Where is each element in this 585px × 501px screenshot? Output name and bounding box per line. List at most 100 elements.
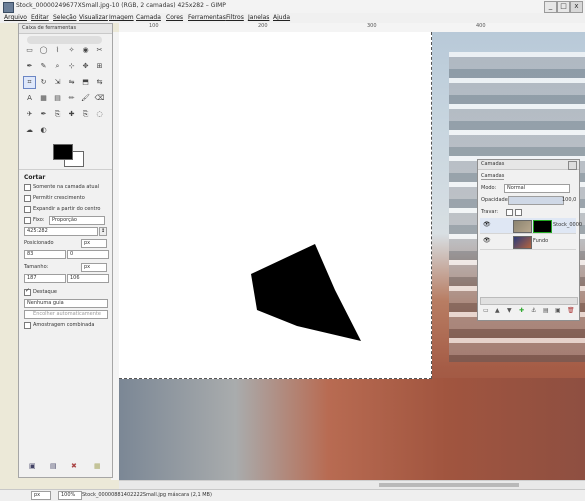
menu-camada[interactable]: Camada: [136, 14, 161, 21]
auto-shrink-button[interactable]: Encolher automaticamente: [24, 310, 108, 319]
menu-ajuda[interactable]: Ajuda: [273, 14, 290, 21]
shear-tool-icon[interactable]: ⇋: [65, 76, 78, 89]
close-button[interactable]: x: [570, 1, 583, 13]
paintbrush-tool-icon[interactable]: 🖌: [79, 92, 92, 105]
size-height-input[interactable]: 106: [67, 274, 109, 283]
restore-options-icon[interactable]: ▤: [50, 462, 57, 470]
building-facade: [119, 378, 585, 480]
allow-growing-label: Permitir crescimento: [33, 195, 85, 201]
window-titlebar: Stock_00000249677XSmall.jpg-10 (RGB, 2 c…: [0, 0, 585, 14]
fixed-checkbox[interactable]: [24, 217, 31, 224]
size-label: Tamanho:: [24, 264, 49, 270]
black-polygon-shape: [251, 244, 361, 341]
paths-tool-icon[interactable]: ✒: [23, 60, 36, 73]
blur-tool-icon[interactable]: ◌: [93, 108, 106, 121]
scrollbar-thumb[interactable]: [379, 483, 519, 487]
only-current-layer-checkbox[interactable]: [24, 184, 31, 191]
layers-close-icon[interactable]: [568, 161, 577, 170]
position-x-input[interactable]: 83: [24, 250, 66, 259]
layer-mask-thumbnail[interactable]: [533, 220, 552, 233]
size-unit-select[interactable]: px: [81, 263, 107, 272]
move-tool-icon[interactable]: ✥: [79, 60, 92, 73]
guides-select[interactable]: Nenhuma guia: [24, 299, 108, 308]
align-tool-icon[interactable]: ⊞: [93, 60, 106, 73]
ratio-input[interactable]: 425:282: [24, 227, 98, 236]
layers-tab[interactable]: Camadas: [481, 173, 505, 180]
measure-tool-icon[interactable]: ⊹: [65, 60, 78, 73]
sample-merged-checkbox[interactable]: [24, 322, 31, 329]
blend-tool-icon[interactable]: ▤: [51, 92, 64, 105]
menu-filtros[interactable]: Filtros: [226, 14, 244, 21]
duplicate-layer-icon[interactable]: ✚: [519, 307, 524, 314]
allow-growing-checkbox[interactable]: [24, 195, 31, 202]
menu-visualizar[interactable]: Visualizar: [79, 14, 108, 21]
size-width-input[interactable]: 187: [24, 274, 66, 283]
heal-tool-icon[interactable]: ✚: [65, 108, 78, 121]
layer-row[interactable]: 👁 Stock_0000: [480, 218, 582, 234]
position-unit-select[interactable]: px: [81, 239, 107, 248]
dodge-tool-icon[interactable]: ◐: [37, 124, 50, 137]
rotate-tool-icon[interactable]: ↻: [37, 76, 50, 89]
ruler-tick: 400: [476, 23, 486, 29]
lock-pixels-checkbox[interactable]: [506, 209, 513, 216]
highlight-checkbox[interactable]: [24, 287, 31, 296]
smudge-tool-icon[interactable]: ☁: [23, 124, 36, 137]
menu-cores[interactable]: Cores: [166, 14, 183, 21]
flip-tool-icon[interactable]: ⇆: [93, 76, 106, 89]
save-options-icon[interactable]: ▣: [29, 462, 36, 470]
menu-arquivo[interactable]: Arquivo: [4, 14, 27, 21]
clone-tool-icon[interactable]: ⎘: [51, 108, 64, 121]
position-y-input[interactable]: 0: [67, 250, 109, 259]
airbrush-tool-icon[interactable]: ✈: [23, 108, 36, 121]
scale-tool-icon[interactable]: ⇲: [51, 76, 64, 89]
menu-imagem[interactable]: Imagem: [109, 14, 134, 21]
new-layer-icon[interactable]: ▭: [483, 307, 489, 314]
menu-editar[interactable]: Editar: [31, 14, 49, 21]
menu-janelas[interactable]: Janelas: [248, 14, 269, 21]
menu-ferramentas[interactable]: Ferramentas: [188, 14, 226, 21]
delete-options-icon[interactable]: ✖: [71, 462, 77, 470]
lower-layer-icon[interactable]: ▼: [507, 307, 512, 314]
mode-select[interactable]: Normal: [504, 184, 570, 193]
raise-layer-icon[interactable]: ▲: [495, 307, 500, 314]
eye-visibility-icon[interactable]: 👁: [483, 221, 491, 228]
free-select-tool-icon[interactable]: ⌇: [51, 44, 64, 57]
eye-visibility-icon[interactable]: 👁: [483, 237, 491, 244]
fixed-mode-select[interactable]: Proporção: [49, 216, 105, 225]
eraser-tool-icon[interactable]: ⌫: [93, 92, 106, 105]
layers-scrollbar[interactable]: [480, 297, 578, 305]
unit-select[interactable]: px: [31, 491, 51, 500]
delete-layer-icon[interactable]: 🗑: [567, 307, 575, 314]
opacity-slider[interactable]: [508, 196, 564, 205]
reset-options-icon[interactable]: ▦: [94, 462, 101, 470]
bucket-tool-icon[interactable]: ▦: [37, 92, 50, 105]
color-select-tool-icon[interactable]: ◉: [79, 44, 92, 57]
ratio-chain-button[interactable]: ↕: [99, 227, 107, 236]
menu-selecao[interactable]: Seleção: [53, 14, 77, 21]
layers-action-bar: ▭ ▲ ▼ ✚ ⚓ ▤ ▣ 🗑: [481, 307, 577, 317]
foreground-color-swatch-front[interactable]: [53, 144, 73, 160]
zoom-select[interactable]: 100%: [58, 491, 82, 500]
perspective-tool-icon[interactable]: ⬒: [79, 76, 92, 89]
perspective-clone-tool-icon[interactable]: ⎘: [79, 108, 92, 121]
crop-tool-icon[interactable]: ⌗: [23, 76, 36, 89]
text-tool-icon[interactable]: A: [23, 92, 36, 105]
fuzzy-select-tool-icon[interactable]: ✧: [65, 44, 78, 57]
color-picker-tool-icon[interactable]: ✎: [37, 60, 50, 73]
anchor-layer-icon[interactable]: ⚓: [531, 307, 536, 314]
layer-row[interactable]: 👁 Fundo: [480, 234, 576, 250]
lock-alpha-checkbox[interactable]: [515, 209, 522, 216]
minimize-button[interactable]: _: [544, 1, 557, 13]
merge-layer-icon[interactable]: ▤: [543, 307, 549, 314]
scissors-tool-icon[interactable]: ✂: [93, 44, 106, 57]
ruler-tick: 200: [258, 23, 268, 29]
maximize-button[interactable]: □: [557, 1, 570, 13]
ink-tool-icon[interactable]: ✒: [37, 108, 50, 121]
ellipse-select-tool-icon[interactable]: ◯: [37, 44, 50, 57]
pencil-tool-icon[interactable]: ✏: [65, 92, 78, 105]
zoom-tool-icon[interactable]: ⌕: [51, 60, 64, 73]
expand-center-checkbox[interactable]: [24, 206, 31, 213]
layers-panel: Camadas Camadas Modo: Normal Opacidade: …: [477, 159, 582, 321]
rect-select-tool-icon[interactable]: ▭: [23, 44, 36, 57]
mask-layer-icon[interactable]: ▣: [555, 307, 561, 314]
